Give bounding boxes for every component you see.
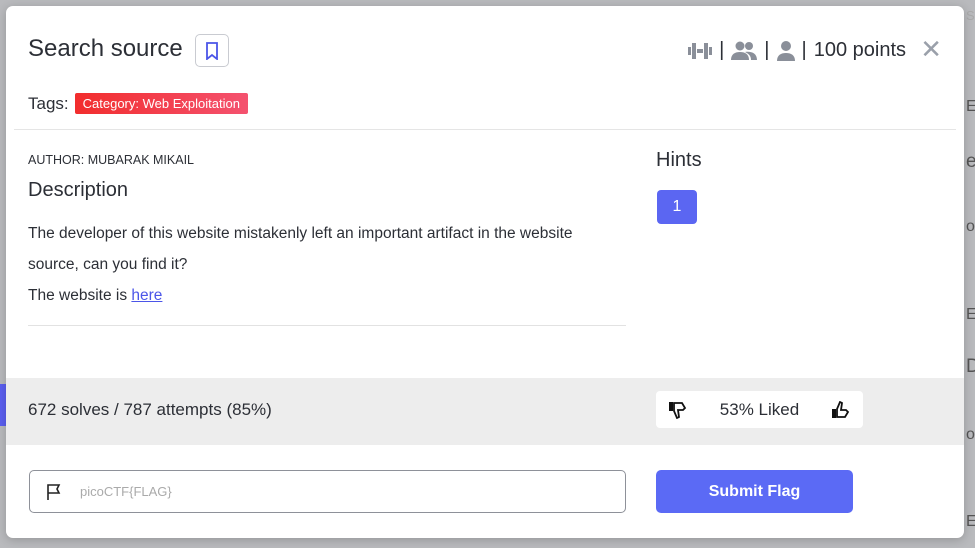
- bg-text: ol: [966, 426, 975, 443]
- bg-text: Ex: [966, 306, 975, 323]
- website-link[interactable]: here: [131, 287, 162, 304]
- challenge-modal: Search source | | | 100 points ✕ Tags: C…: [6, 6, 964, 538]
- thumbs-up-icon[interactable]: [831, 400, 851, 419]
- bg-text: D: [966, 356, 975, 377]
- separator: |: [719, 39, 725, 61]
- bookmark-icon: [206, 41, 218, 60]
- submit-flag-button[interactable]: Submit Flag: [656, 470, 853, 513]
- divider: [14, 129, 956, 130]
- flag-field[interactable]: [29, 470, 626, 513]
- bg-text: e: [966, 151, 975, 172]
- hint-button[interactable]: 1: [657, 190, 697, 224]
- website-prefix: The website is: [28, 287, 132, 304]
- description: The developer of this website mistakenly…: [28, 218, 608, 311]
- user-icon: [776, 40, 795, 61]
- difficulty-icon: [688, 42, 713, 59]
- like-widget: 53% Liked: [656, 391, 863, 428]
- hints-heading: Hints: [656, 149, 702, 171]
- description-text: The developer of this website mistakenly…: [28, 225, 573, 273]
- separator: |: [801, 39, 807, 61]
- solves-stats: 672 solves / 787 attempts (85%): [28, 400, 272, 419]
- divider: [28, 325, 626, 326]
- bg-text: ol: [966, 218, 975, 235]
- stats-bar: 672 solves / 787 attempts (85%) 53% Like…: [6, 378, 964, 445]
- users-icon: [731, 41, 758, 60]
- tags-label: Tags:: [28, 93, 69, 113]
- bookmark-button[interactable]: [195, 34, 229, 67]
- flag-input[interactable]: [80, 484, 580, 499]
- bg-text: Ex: [966, 513, 975, 530]
- liked-percent: 53% Liked: [719, 399, 800, 419]
- close-icon[interactable]: ✕: [920, 34, 942, 65]
- challenge-title: Search source: [28, 35, 183, 62]
- points: 100 points: [813, 39, 906, 61]
- background-page: S Ex e ol Ex D ol Ex: [964, 0, 975, 548]
- thumbs-down-icon[interactable]: [668, 401, 688, 419]
- bg-text: S: [966, 8, 975, 23]
- description-heading: Description: [28, 179, 129, 201]
- author: AUTHOR: MUBARAK MIKAIL: [28, 153, 194, 167]
- challenge-meta: | | | 100 points: [688, 39, 906, 62]
- bg-text: Ex: [966, 98, 975, 115]
- tags: Tags: Category: Web Exploitation: [28, 93, 248, 114]
- separator: |: [764, 39, 770, 61]
- flag-icon: [47, 483, 61, 500]
- tag-category[interactable]: Category: Web Exploitation: [74, 93, 248, 114]
